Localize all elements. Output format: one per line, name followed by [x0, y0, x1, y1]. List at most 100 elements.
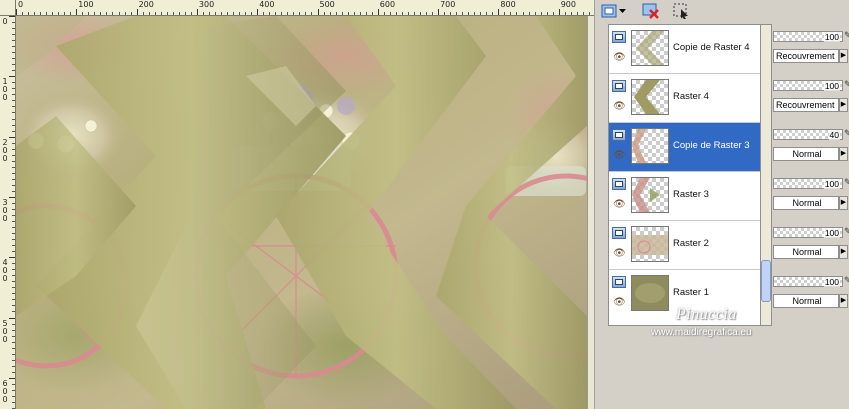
edit-pencil-icon[interactable]: ✎	[844, 128, 849, 139]
opacity-slider[interactable]: 100	[773, 227, 843, 238]
blend-mode-select[interactable]: Normal	[773, 196, 839, 210]
ruler-tick	[576, 12, 578, 15]
blend-mode-select[interactable]: Recouvrement	[773, 49, 839, 63]
ruler-tick	[12, 22, 15, 24]
layer-list-scrollbar[interactable]	[760, 24, 772, 326]
ruler-tick	[148, 12, 150, 15]
ruler-tick	[12, 365, 15, 367]
ruler-tick	[462, 12, 464, 15]
layer-properties: 100 ✎ Normal ▶	[773, 269, 849, 317]
blend-dropdown-arrow-icon[interactable]: ▶	[839, 294, 848, 308]
opacity-slider[interactable]: 100	[773, 31, 843, 42]
ruler-tick	[9, 136, 15, 138]
ruler-tick	[214, 12, 216, 15]
ruler-tick	[100, 12, 102, 15]
blend-dropdown-arrow-icon[interactable]: ▶	[839, 196, 848, 210]
canvas-artwork	[16, 16, 587, 409]
visibility-eye-icon[interactable]: 👁	[613, 199, 626, 210]
ruler-tick	[395, 12, 397, 15]
ruler-tick	[12, 166, 15, 168]
blend-dropdown-arrow-icon[interactable]: ▶	[839, 245, 848, 259]
ruler-tick	[118, 12, 120, 15]
ruler-tick	[12, 281, 15, 283]
opacity-slider[interactable]: 40	[773, 129, 843, 140]
edit-pencil-icon[interactable]: ✎	[844, 177, 849, 188]
ruler-tick	[16, 9, 17, 15]
ruler-tick	[12, 52, 15, 54]
ruler-tick	[438, 9, 440, 15]
visibility-eye-icon[interactable]: 👁	[613, 52, 626, 63]
layer-row-raster-3[interactable]: 👁 Raster 3	[609, 172, 761, 221]
ruler-tick	[401, 12, 403, 15]
ruler-tick	[12, 184, 15, 186]
ruler-tick	[12, 353, 15, 355]
layer-row-raster-2[interactable]: 👁 Raster 2	[609, 221, 761, 270]
selection-icon[interactable]	[671, 2, 691, 20]
layer-row-copie-de-raster-4[interactable]: 👁 Copie de Raster 4	[609, 25, 761, 74]
ruler-label: 300	[198, 0, 215, 9]
ruler-tick	[12, 401, 15, 403]
ruler-tick	[329, 12, 331, 15]
blend-mode-select[interactable]: Normal	[773, 147, 839, 161]
scroll-thumb[interactable]	[761, 260, 771, 302]
layer-thumbnail	[631, 226, 669, 262]
ruler-tick	[22, 12, 24, 15]
visibility-eye-icon[interactable]: 👁	[613, 150, 626, 161]
ruler-tick	[166, 12, 168, 15]
ruler-tick	[12, 88, 15, 90]
layer-row-raster-4[interactable]: 👁 Raster 4	[609, 74, 761, 123]
ruler-tick	[12, 28, 15, 30]
blend-dropdown-arrow-icon[interactable]: ▶	[839, 98, 848, 112]
opacity-slider[interactable]: 100	[773, 276, 843, 287]
edit-pencil-icon[interactable]: ✎	[844, 226, 849, 237]
ruler-tick	[480, 12, 482, 15]
ruler-tick	[202, 12, 204, 15]
edit-pencil-icon[interactable]: ✎	[844, 275, 849, 286]
layer-row-copie-de-raster-3[interactable]: 👁 Copie de Raster 3	[609, 123, 761, 172]
ruler-tick	[88, 12, 90, 15]
ruler-tick	[407, 12, 409, 15]
blend-mode-select[interactable]: Recouvrement	[773, 98, 839, 112]
ruler-tick	[112, 12, 114, 15]
ruler-tick	[76, 9, 78, 15]
ruler-label: 600	[2, 378, 8, 404]
ruler-label: 300	[2, 197, 8, 223]
dropdown-arrow-icon[interactable]	[617, 2, 627, 20]
blend-dropdown-arrow-icon[interactable]: ▶	[839, 49, 848, 63]
opacity-slider[interactable]: 100	[773, 178, 843, 189]
layers-toolbar	[595, 0, 849, 22]
ruler-tick	[383, 12, 385, 15]
image-canvas[interactable]	[16, 16, 587, 409]
ruler-tick	[281, 12, 283, 15]
ruler-tick	[160, 12, 162, 15]
edit-pencil-icon[interactable]: ✎	[844, 30, 849, 41]
new-raster-layer-icon[interactable]	[599, 2, 619, 20]
ruler-tick	[12, 299, 15, 301]
opacity-slider[interactable]: 100	[773, 80, 843, 91]
ruler-tick	[106, 12, 108, 15]
ruler-tick	[154, 12, 156, 15]
ruler-tick	[570, 12, 572, 15]
visibility-eye-icon[interactable]: 👁	[613, 297, 626, 308]
ruler-tick	[12, 154, 15, 156]
ruler-tick	[293, 12, 295, 15]
visibility-eye-icon[interactable]: 👁	[613, 248, 626, 259]
visibility-eye-icon[interactable]: 👁	[613, 101, 626, 112]
layer-properties: 100 ✎ Recouvrement ▶	[773, 24, 849, 72]
edit-pencil-icon[interactable]: ✎	[844, 79, 849, 90]
ruler-tick	[12, 34, 15, 36]
blend-mode-select[interactable]: Normal	[773, 294, 839, 308]
layer-name: Raster 1	[673, 287, 709, 298]
ruler-tick	[12, 305, 15, 307]
ruler-label: 0	[18, 0, 24, 9]
ruler-tick	[450, 12, 452, 15]
layer-thumbnail	[631, 79, 669, 115]
ruler-tick	[359, 12, 361, 15]
delete-layer-icon[interactable]	[641, 2, 661, 20]
ruler-tick	[46, 12, 48, 15]
ruler-tick	[12, 275, 15, 277]
ruler-tick	[12, 221, 15, 223]
ruler-tick	[498, 9, 500, 15]
blend-mode-select[interactable]: Normal	[773, 245, 839, 259]
blend-dropdown-arrow-icon[interactable]: ▶	[839, 147, 848, 161]
